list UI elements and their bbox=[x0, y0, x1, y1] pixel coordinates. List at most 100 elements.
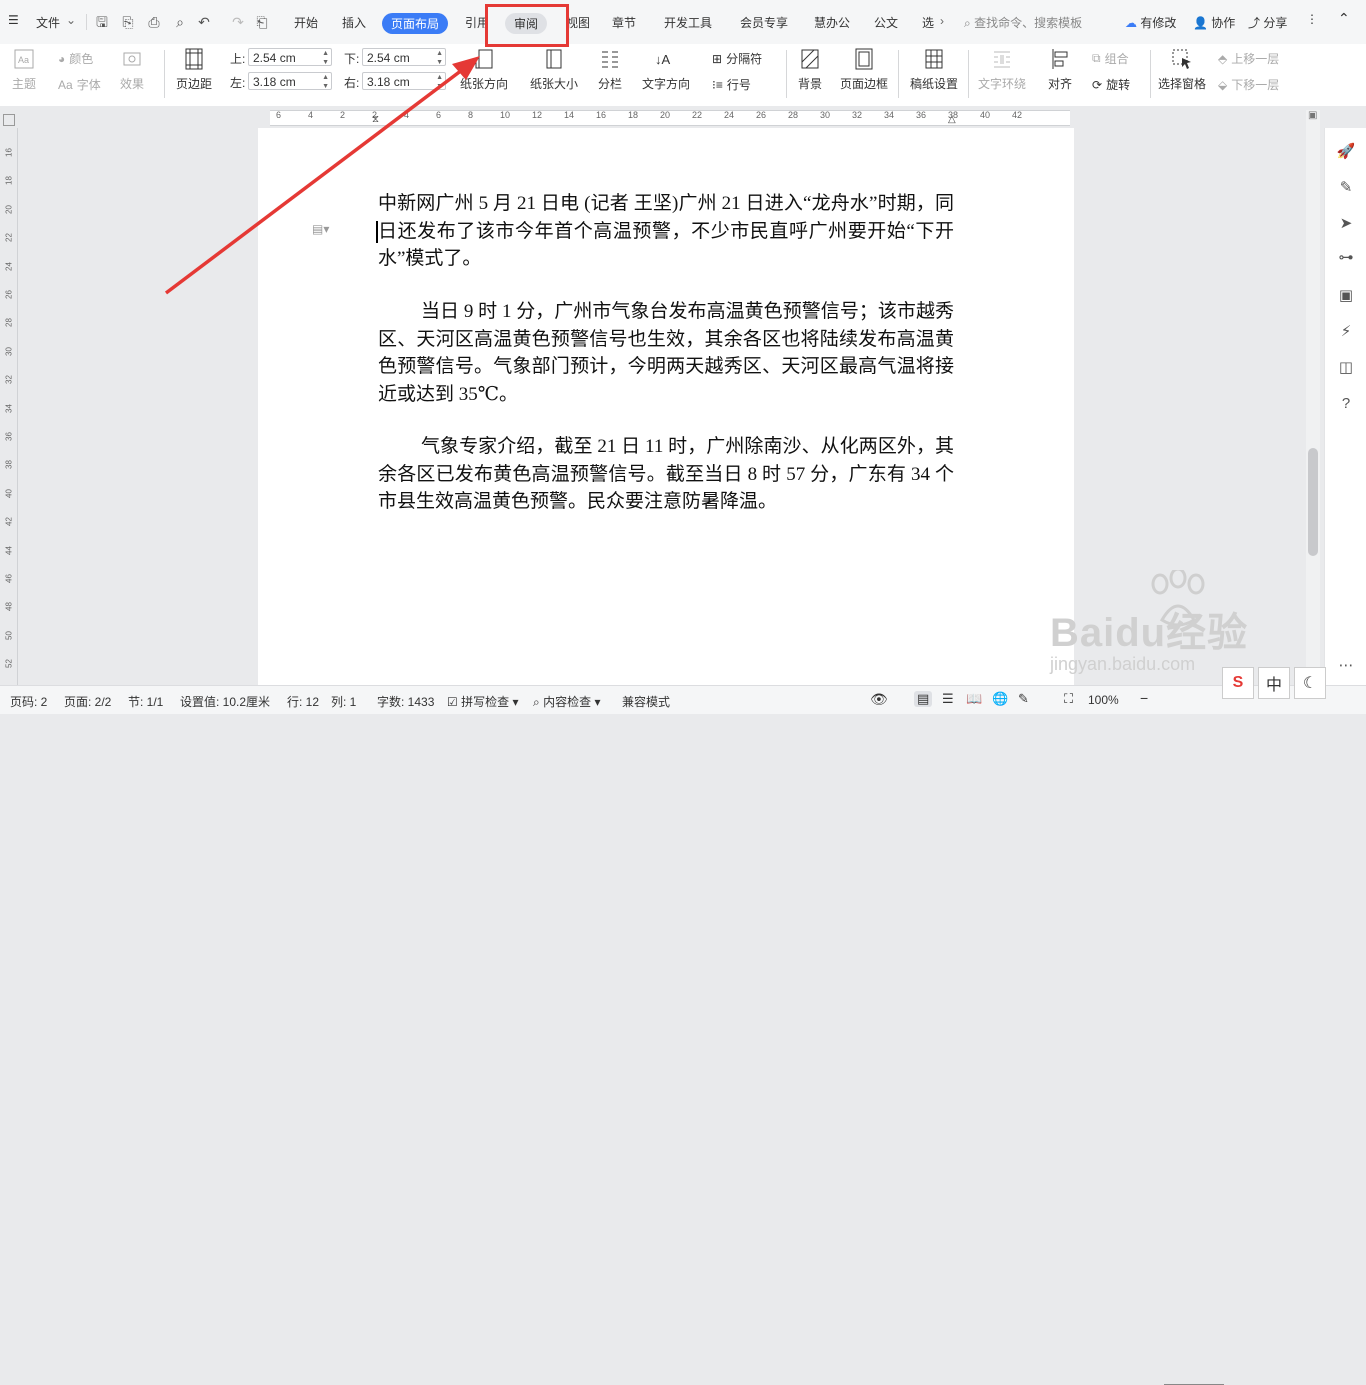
spinner-arrows-icon[interactable]: ▲ ▼ bbox=[436, 73, 443, 91]
tab-select[interactable]: 选 bbox=[922, 14, 934, 31]
orientation-button[interactable]: 纸张方向 bbox=[460, 48, 508, 92]
line-number-icon: ⁝≡ bbox=[712, 77, 723, 92]
tabs-more-icon[interactable]: › bbox=[940, 14, 944, 28]
page-view-icon[interactable]: ▤ bbox=[914, 691, 933, 707]
page-border-button[interactable]: 页面边框 bbox=[840, 48, 888, 92]
selection-pane-label: 选择窗格 bbox=[1158, 77, 1207, 91]
spinner-arrows-icon[interactable]: ▲ ▼ bbox=[322, 49, 329, 67]
paragraph-1[interactable]: 中新网广州 5 月 21 日电 (记者 王坚)广州 21 日进入“龙舟水”时期，… bbox=[378, 190, 954, 273]
share-button[interactable]: ⤴ 分享 bbox=[1248, 14, 1287, 31]
margin-button[interactable]: 页边距 bbox=[176, 48, 212, 92]
redo-icon[interactable]: ↷ bbox=[230, 14, 246, 30]
document-page[interactable]: 中新网广州 5 月 21 日电 (记者 王坚)广州 21 日进入“龙舟水”时期，… bbox=[258, 128, 1074, 685]
ruler-corner-icon[interactable] bbox=[3, 114, 15, 126]
color-button[interactable]: ◕ 颜色 bbox=[58, 50, 93, 67]
web-view-icon[interactable]: 🌐 bbox=[992, 691, 1008, 707]
section-info[interactable]: 节: 1/1 bbox=[128, 693, 163, 710]
tab-official-doc[interactable]: 公文 bbox=[874, 14, 898, 31]
menu-icon[interactable]: ☰ bbox=[8, 13, 19, 27]
margin-right-input[interactable]: 3.18 cm ▲ ▼ bbox=[362, 72, 446, 90]
tab-developer[interactable]: 开发工具 bbox=[664, 14, 712, 31]
selection-pane-button[interactable]: 选择窗格 bbox=[1158, 48, 1206, 92]
bring-forward-button[interactable]: ⬘ 上移一层 bbox=[1218, 50, 1279, 67]
print-preview-icon[interactable]: ⌕ bbox=[172, 14, 188, 30]
spinner-arrows-icon[interactable]: ▲ ▼ bbox=[436, 49, 443, 67]
paragraph-handle-icon[interactable]: ▤▾ bbox=[312, 222, 329, 236]
format-painter-icon[interactable]: ⎗ bbox=[254, 14, 270, 30]
horizontal-ruler[interactable]: 6 4 2 2 4 6 8 10 12 14 16 18 20 22 24 26 28 30 32 34 36 38 40 4… bbox=[0, 106, 1366, 128]
page-number[interactable]: 页码: 2 bbox=[10, 693, 47, 710]
fit-page-icon[interactable]: ⛶ bbox=[1064, 691, 1073, 707]
margin-top-input[interactable]: 2.54 cm ▲ ▼ bbox=[248, 48, 332, 66]
text-direction-button[interactable]: ↓A 文字方向 bbox=[642, 48, 690, 92]
paragraph-2[interactable]: 当日 9 时 1 分，广州市气象台发布高温黄色预警信号；该市越秀区、天河区高温黄… bbox=[378, 298, 954, 408]
spell-check-button[interactable]: ☑ 拼写检查 ▾ bbox=[447, 693, 519, 710]
col-info[interactable]: 列: 1 bbox=[331, 693, 356, 710]
read-view-icon[interactable]: 📖 bbox=[966, 691, 982, 707]
margin-left-input[interactable]: 3.18 cm ▲ ▼ bbox=[248, 72, 332, 90]
eye-protect-icon[interactable]: 👁 bbox=[870, 691, 888, 708]
more-options-icon[interactable]: ⋮ bbox=[1306, 12, 1318, 26]
spinner-arrows-icon[interactable]: ▲ ▼ bbox=[322, 73, 329, 91]
theme-button[interactable]: Aa 主题 bbox=[12, 48, 36, 92]
pen-icon[interactable]: ✎ bbox=[1336, 178, 1356, 198]
manuscript-button[interactable]: 稿纸设置 bbox=[910, 48, 958, 92]
print-icon[interactable]: ⎙ bbox=[146, 14, 162, 30]
setting-value[interactable]: 设置值: 10.2厘米 bbox=[180, 693, 270, 710]
tab-home[interactable]: 开始 bbox=[294, 14, 318, 31]
tab-member[interactable]: 会员专享 bbox=[740, 14, 788, 31]
effect-button[interactable]: 效果 bbox=[120, 48, 144, 92]
content-check-button[interactable]: ⌕ 内容检查 ▾ bbox=[533, 693, 600, 710]
word-count[interactable]: 字数: 1433 bbox=[377, 693, 434, 710]
margin-bottom-input[interactable]: 2.54 cm ▲ ▼ bbox=[362, 48, 446, 66]
scrollbar-thumb[interactable] bbox=[1308, 448, 1318, 556]
save-icon[interactable]: 🖫 bbox=[94, 14, 110, 30]
paragraph-3[interactable]: 气象专家介绍，截至 21 日 11 时，广州除南沙、从化两区外，其余各区已发布黄… bbox=[378, 433, 954, 516]
tab-smart-office[interactable]: 慧办公 bbox=[814, 14, 850, 31]
scroll-top-icon[interactable]: ▣ bbox=[1308, 110, 1317, 121]
collapse-ribbon-icon[interactable]: ⌃ bbox=[1338, 10, 1350, 27]
divider bbox=[786, 50, 787, 98]
rotate-button[interactable]: ⟳ 旋转 bbox=[1092, 76, 1130, 93]
collaborate-button[interactable]: 👤 协作 bbox=[1193, 14, 1235, 31]
file-menu-label[interactable]: 文件 bbox=[36, 14, 60, 31]
image-tool-icon[interactable]: ▣ bbox=[1336, 286, 1356, 306]
page-count[interactable]: 页面: 2/2 bbox=[64, 693, 111, 710]
send-backward-button[interactable]: ⬙ 下移一层 bbox=[1218, 76, 1279, 93]
export-pdf-icon[interactable]: ⎘ bbox=[120, 14, 136, 30]
indent-marker-icon[interactable]: ⧖ bbox=[372, 114, 379, 125]
vertical-scrollbar[interactable]: ▣ bbox=[1306, 110, 1320, 685]
modified-button[interactable]: ☁ 有修改 bbox=[1125, 14, 1176, 31]
adjust-icon[interactable]: ⊶ bbox=[1336, 248, 1356, 268]
group-button[interactable]: ⧉ 组合 bbox=[1092, 50, 1129, 67]
tab-page-layout[interactable]: 页面布局 bbox=[382, 13, 449, 34]
text-wrap-button[interactable]: 文字环绕 bbox=[978, 48, 1026, 92]
tab-chapter[interactable]: 章节 bbox=[612, 14, 636, 31]
ruler-tick-label: 34 bbox=[884, 110, 895, 120]
background-button[interactable]: 背景 bbox=[798, 48, 822, 92]
paper-size-button[interactable]: 纸张大小 bbox=[530, 48, 578, 92]
chevron-down-icon[interactable]: ⌄ bbox=[66, 13, 76, 27]
undo-icon[interactable]: ↶ bbox=[196, 14, 212, 30]
lightning-icon[interactable]: ⚡ bbox=[1336, 322, 1356, 342]
font-button[interactable]: Aa 字体 bbox=[58, 76, 101, 93]
tab-view[interactable]: 视图 bbox=[566, 14, 590, 31]
rocket-icon[interactable]: 🚀 bbox=[1336, 142, 1356, 162]
command-search[interactable]: ⌕ 查找命令、搜索模板 bbox=[964, 14, 1082, 31]
help-icon[interactable]: ? bbox=[1336, 394, 1356, 414]
align-button[interactable]: 对齐 bbox=[1048, 48, 1072, 92]
vertical-ruler[interactable]: 16 18 20 22 24 26 28 30 32 34 36 38 40 42 44 46 48 50 52 bbox=[0, 128, 18, 685]
line-number-button[interactable]: ⁝≡ 行号 bbox=[712, 76, 751, 93]
separator-button[interactable]: ⊞ 分隔符 bbox=[712, 50, 762, 67]
outline-view-icon[interactable]: ☰ bbox=[942, 691, 954, 707]
right-indent-marker-icon[interactable]: △ bbox=[948, 114, 956, 125]
more-icon[interactable]: ⋯ bbox=[1336, 656, 1356, 676]
tab-insert[interactable]: 插入 bbox=[342, 14, 366, 31]
row-info[interactable]: 行: 12 bbox=[287, 693, 319, 710]
cursor-icon[interactable]: ➤ bbox=[1336, 214, 1356, 234]
book-icon[interactable]: ◫ bbox=[1336, 358, 1356, 378]
write-view-icon[interactable]: ✎ bbox=[1018, 691, 1029, 707]
zoom-level[interactable]: 100% bbox=[1088, 693, 1119, 707]
zoom-out-icon[interactable]: − bbox=[1140, 690, 1148, 706]
columns-button[interactable]: 分栏 bbox=[598, 48, 622, 92]
